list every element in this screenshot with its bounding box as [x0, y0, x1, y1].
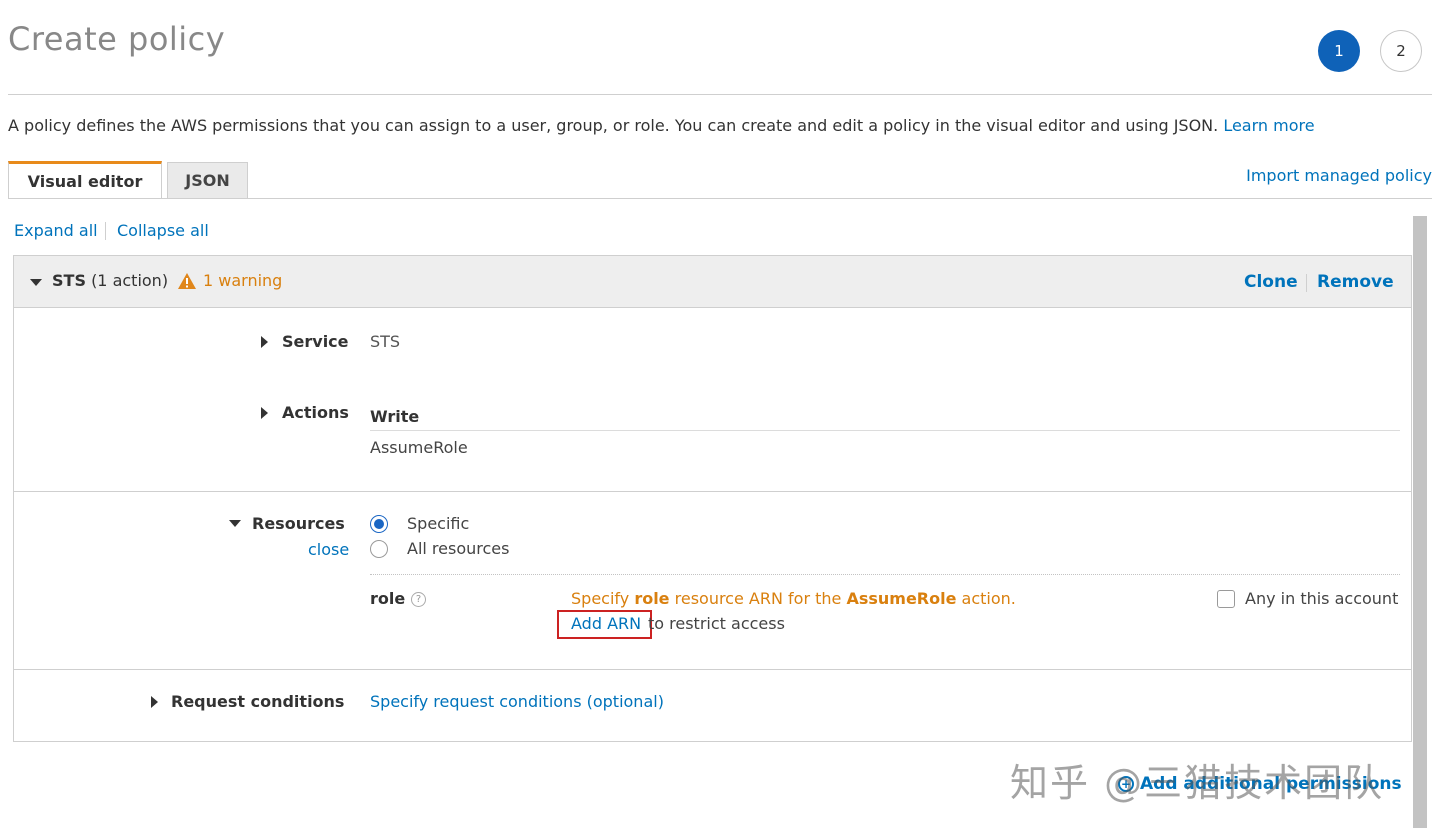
header-divider [8, 94, 1432, 95]
clone-button[interactable]: Clone [1244, 272, 1298, 292]
specify-conditions-link[interactable]: Specify request conditions (optional) [370, 692, 664, 711]
msg-part: resource ARN for the [669, 589, 847, 608]
radio-all-resources[interactable] [370, 540, 388, 558]
expand-all-link[interactable]: Expand all [14, 221, 98, 240]
role-arn-message: Specify role resource ARN for the Assume… [571, 589, 1016, 608]
msg-part: Specify [571, 589, 635, 608]
collapse-caret-icon[interactable] [30, 279, 42, 286]
any-in-account-checkbox[interactable] [1217, 590, 1235, 608]
toolbar-separator [105, 222, 106, 240]
service-expand-caret-icon[interactable] [261, 336, 268, 348]
actions-label[interactable]: Actions [282, 403, 349, 422]
collapse-all-link[interactable]: Collapse all [117, 221, 209, 240]
page-title: Create policy [8, 20, 226, 58]
statement-service-name: STS [52, 271, 86, 290]
watermark: 知乎 @三猎技术团队 [1010, 761, 1385, 805]
resources-collapse-caret-icon[interactable] [229, 520, 241, 527]
resources-dotted-divider [370, 574, 1400, 575]
role-label: role [370, 589, 406, 608]
radio-specific[interactable] [370, 515, 388, 533]
intro-text: A policy defines the AWS permissions tha… [8, 116, 1315, 135]
any-in-account-label[interactable]: Any in this account [1245, 589, 1398, 608]
actions-divider [370, 430, 1400, 431]
learn-more-link[interactable]: Learn more [1223, 116, 1314, 135]
service-value: STS [370, 332, 401, 351]
actions-group-write: Write [370, 407, 420, 426]
header-separator [1306, 274, 1307, 292]
resources-close-link[interactable]: close [308, 540, 349, 559]
section-divider [14, 669, 1411, 670]
import-managed-policy-link[interactable]: Import managed policy [1246, 166, 1432, 185]
remove-button[interactable]: Remove [1317, 272, 1394, 292]
help-icon[interactable]: ? [411, 592, 426, 607]
msg-action: AssumeRole [846, 589, 957, 608]
tabs-divider [8, 198, 1432, 199]
msg-part: action. [956, 589, 1016, 608]
step-indicator-2: 2 [1380, 30, 1422, 72]
intro-description: A policy defines the AWS permissions tha… [8, 116, 1219, 135]
radio-selected-dot [374, 519, 384, 529]
resources-label[interactable]: Resources [252, 514, 345, 533]
section-divider [14, 491, 1411, 492]
tab-visual-editor[interactable]: Visual editor [8, 161, 162, 199]
radio-all-resources-label[interactable]: All resources [407, 539, 509, 558]
service-label[interactable]: Service [282, 332, 349, 351]
restrict-access-text: to restrict access [648, 614, 785, 633]
actions-value: AssumeRole [370, 438, 468, 457]
highlight-box [557, 610, 652, 639]
actions-expand-caret-icon[interactable] [261, 407, 268, 419]
step-indicator-1: 1 [1318, 30, 1360, 72]
warning-count[interactable]: 1 warning [203, 271, 282, 290]
conditions-expand-caret-icon[interactable] [151, 696, 158, 708]
vertical-scrollbar[interactable] [1413, 216, 1427, 828]
tab-json[interactable]: JSON [167, 162, 248, 198]
request-conditions-label[interactable]: Request conditions [171, 692, 344, 711]
statement-title: STS (1 action) [52, 271, 168, 290]
radio-specific-label[interactable]: Specific [407, 514, 469, 533]
warning-icon [178, 273, 196, 289]
msg-role: role [634, 589, 670, 608]
statement-action-count: (1 action) [91, 271, 169, 290]
